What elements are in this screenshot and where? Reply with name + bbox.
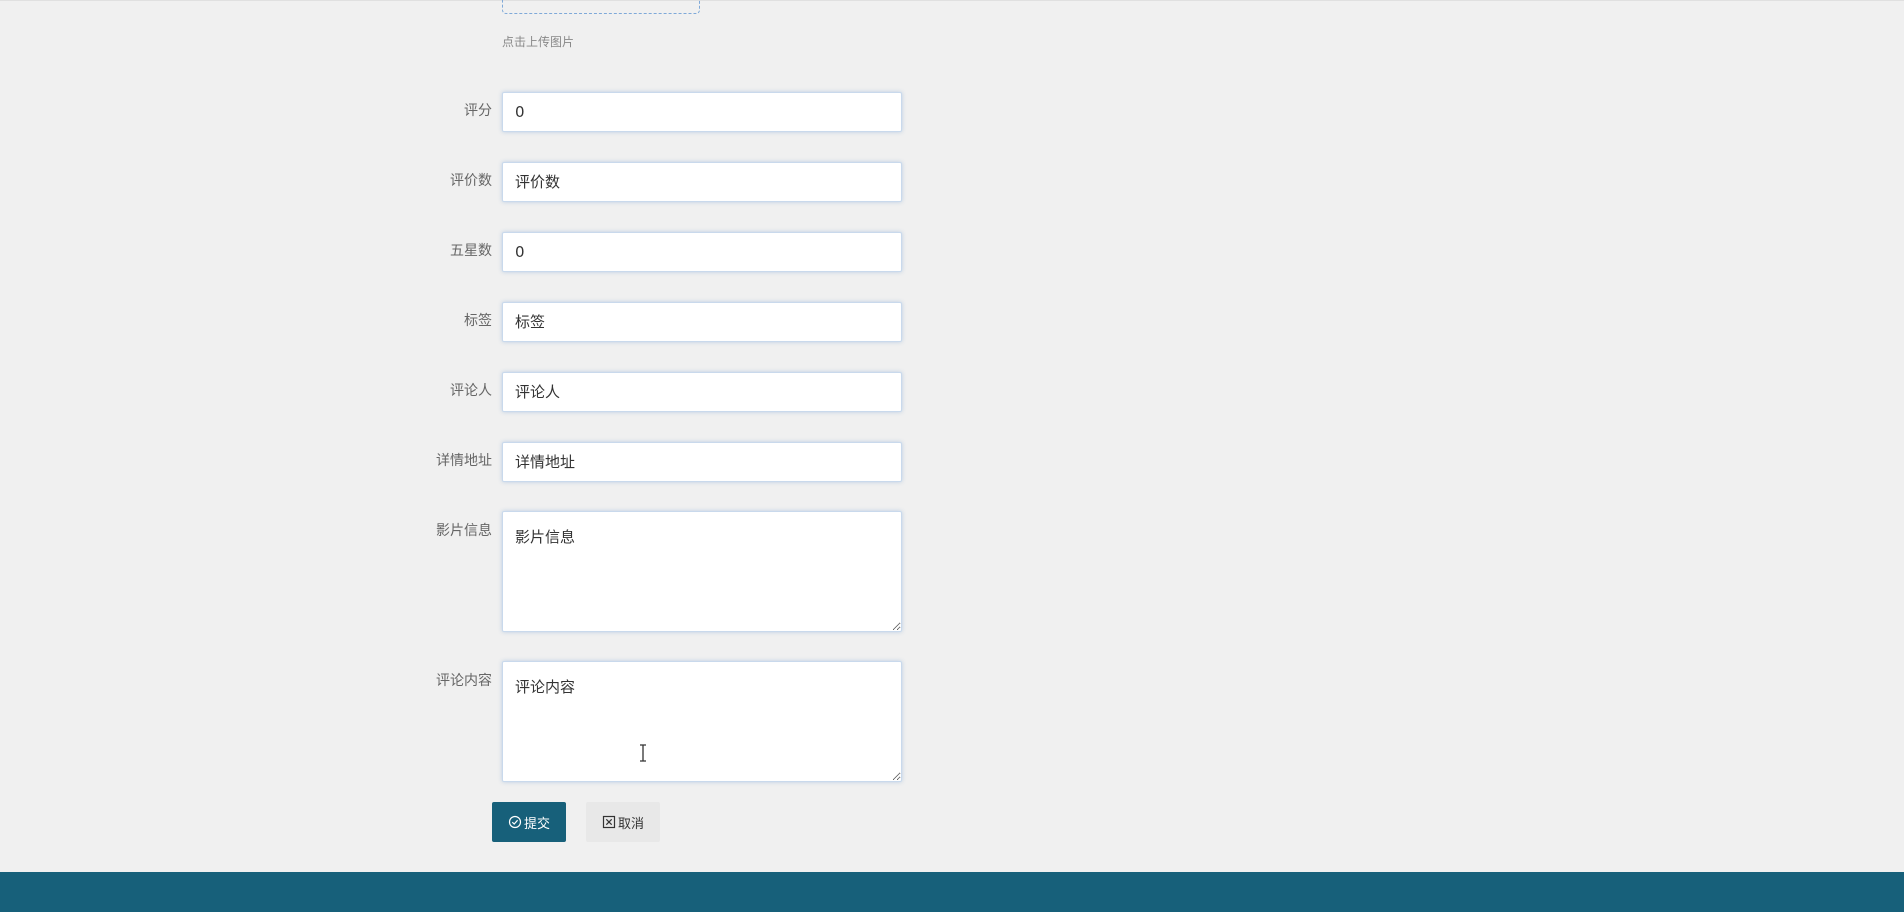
score-label: 评分	[464, 103, 492, 119]
submit-button-label: 提交	[523, 816, 550, 832]
close-square-icon	[602, 815, 616, 829]
movie-info-label: 影片信息	[436, 523, 492, 539]
review-count-input[interactable]	[502, 162, 902, 202]
review-count-label: 评价数	[450, 173, 492, 189]
reviewer-label: 评论人	[450, 383, 492, 399]
comment-label: 评论内容	[436, 673, 492, 689]
score-input[interactable]	[502, 92, 902, 132]
image-upload-area[interactable]	[502, 0, 700, 14]
tags-label: 标签	[464, 313, 492, 329]
check-circle-icon	[508, 815, 522, 829]
cancel-button-label: 取消	[617, 816, 644, 832]
comment-textarea[interactable]	[502, 661, 902, 782]
page-footer	[0, 872, 1904, 912]
tags-input[interactable]	[502, 302, 902, 342]
reviewer-input[interactable]	[502, 372, 902, 412]
five-star-label: 五星数	[450, 243, 492, 259]
movie-info-textarea[interactable]	[502, 511, 902, 632]
text-cursor-icon	[640, 744, 646, 762]
top-divider	[0, 0, 1904, 1]
detail-url-input[interactable]	[502, 442, 902, 482]
cancel-button[interactable]: 取消	[586, 802, 660, 842]
detail-url-label: 详情地址	[436, 453, 492, 469]
submit-button[interactable]: 提交	[492, 802, 566, 842]
upload-hint: 点击上传图片	[502, 35, 575, 49]
five-star-input[interactable]	[502, 232, 902, 272]
